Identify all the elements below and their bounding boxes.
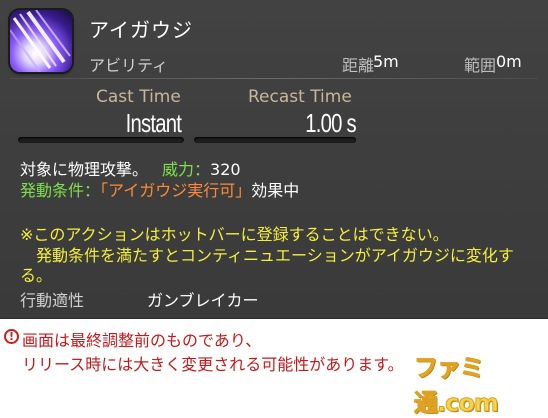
cast-time-value: Instant [125, 108, 182, 138]
potency-label: 威力： [162, 160, 211, 179]
distance-value: 5m [373, 52, 399, 71]
condition-suffix: 効果中 [251, 181, 300, 200]
note-line-1: ※このアクションはホットバーに登録することはできない。 [20, 225, 449, 244]
job-label: 行動適性 [20, 291, 85, 310]
action-type: アビリティ [89, 56, 169, 75]
distance-label: 距離 [342, 56, 375, 75]
cast-time-label: Cast Time [96, 87, 181, 107]
footer-note-line-2: リリース時には大きく変更される可能性があります。 [22, 355, 404, 374]
cast-time-bar [18, 137, 184, 143]
description-line-1: 対象に物理攻撃。 威力：320 [20, 160, 241, 180]
warning-icon: ! [4, 329, 19, 344]
famitsu-logo: ファミ通.com [414, 354, 500, 418]
condition-label: 発動条件： [20, 181, 101, 200]
range-label: 範囲 [464, 56, 497, 75]
condition-value: 「アイガウジ実行可」 [100, 181, 252, 200]
potency-value: 320 [210, 160, 241, 179]
slash-icon [10, 10, 72, 72]
footer-note-line-1: 画面は最終調整前のものであり、 [22, 331, 262, 350]
note-line-2: 発動条件を満たすとコンティニュエーションがアイガウジに変化す [20, 246, 514, 265]
recast-time-label: Recast Time [248, 87, 352, 107]
action-tooltip: アイガウジ アビリティ 距離 5m 範囲 0m Cast Time Recast… [0, 0, 548, 319]
job-value: ガンブレイカー [147, 291, 259, 310]
attack-text: 対象に物理攻撃。 [20, 160, 149, 179]
header-divider [10, 78, 538, 79]
action-name: アイガウジ [89, 18, 193, 42]
range-value: 0m [496, 52, 522, 71]
description-line-2: 発動条件：「アイガウジ実行可」効果中 [20, 181, 299, 201]
recast-time-bar [194, 137, 356, 143]
recast-time-value: 1.00 s [305, 108, 356, 138]
note-line-3: る。 [20, 266, 53, 285]
